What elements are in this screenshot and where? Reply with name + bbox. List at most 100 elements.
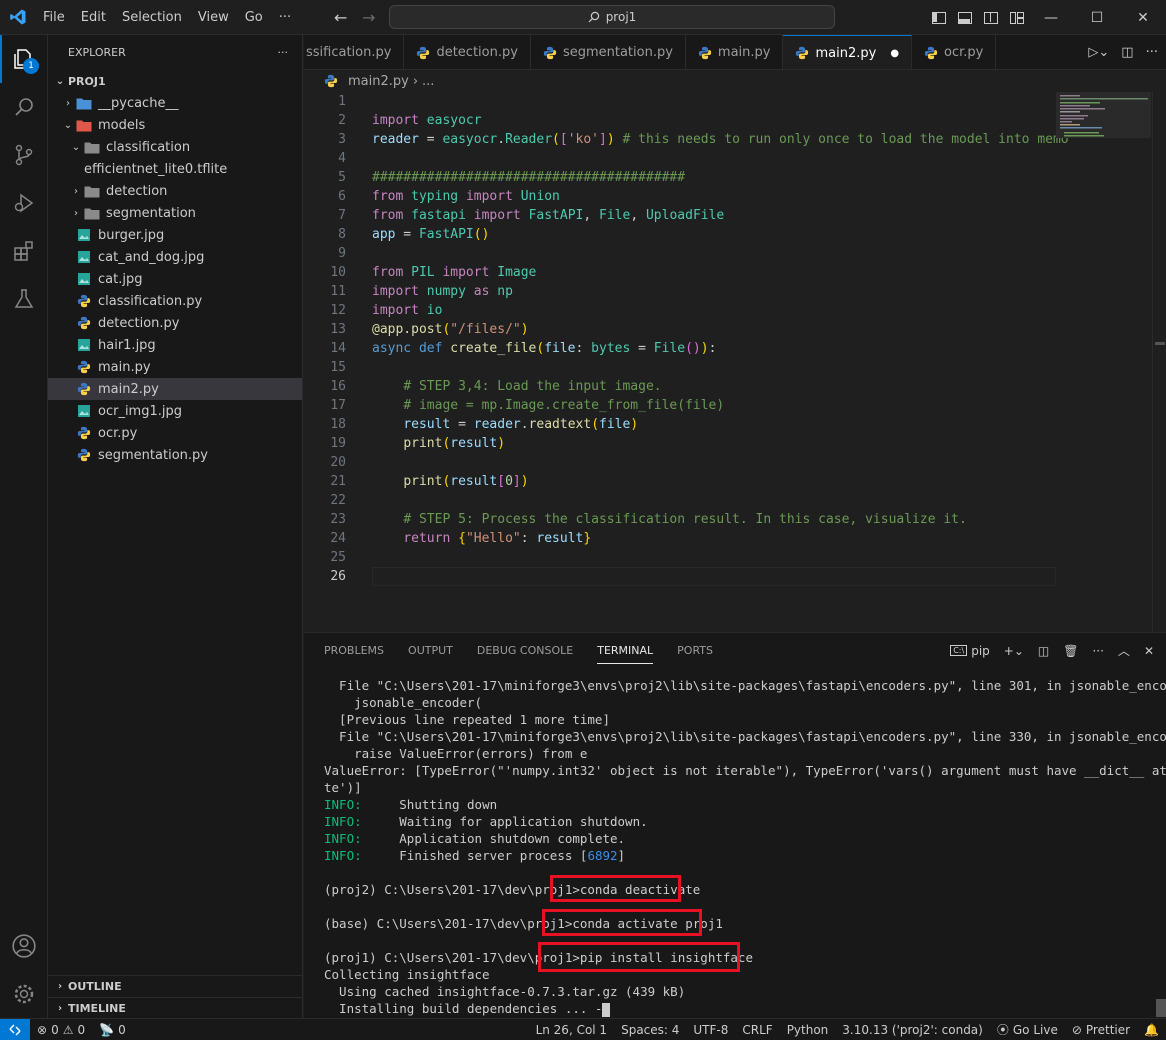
- explorer-item-ocr-img1-jpg[interactable]: ocr_img1.jpg: [48, 400, 302, 422]
- manage-gear-icon[interactable]: [0, 970, 48, 1018]
- tab-main2[interactable]: main2.py ●: [783, 35, 913, 69]
- panel-tab-debug-console[interactable]: DEBUG CONSOLE: [477, 644, 573, 657]
- unsaved-dot-icon[interactable]: ●: [890, 48, 899, 59]
- chevron-right-icon: ›: [57, 981, 63, 992]
- explorer-item-detection-py[interactable]: detection.py: [48, 312, 302, 334]
- toggle-primary-sidebar-icon[interactable]: [932, 11, 946, 24]
- maximize-button[interactable]: ☐: [1074, 0, 1120, 35]
- terminal-info-line: INFO: Shutting down: [324, 797, 498, 812]
- run-python-file-icon[interactable]: ▷⌄: [1088, 45, 1109, 60]
- explorer-icon[interactable]: 1: [0, 35, 48, 83]
- python-icon: [76, 316, 92, 330]
- panel-tab-ports[interactable]: PORTS: [677, 644, 713, 657]
- python-interpreter[interactable]: 3.10.13 ('proj2': conda): [835, 1023, 990, 1037]
- menu-edit[interactable]: Edit: [73, 0, 114, 35]
- timeline-section[interactable]: › TIMELINE: [48, 997, 303, 1019]
- testing-flask-icon[interactable]: [0, 275, 48, 323]
- new-terminal-icon[interactable]: +⌄: [1004, 644, 1024, 658]
- back-arrow-icon[interactable]: ←: [334, 8, 347, 27]
- explorer-item-models[interactable]: ⌄ models: [48, 114, 302, 136]
- panel-tab-problems[interactable]: PROBLEMS: [324, 644, 384, 657]
- workspace-root[interactable]: ⌄ PROJ1: [48, 70, 302, 92]
- explorer-item-hair1-jpg[interactable]: hair1.jpg: [48, 334, 302, 356]
- image-icon: [76, 404, 92, 418]
- terminal-instance[interactable]: C:\ pip: [950, 644, 990, 658]
- minimize-button[interactable]: —: [1028, 0, 1074, 35]
- encoding[interactable]: UTF-8: [686, 1023, 735, 1037]
- split-editor-icon[interactable]: ◫: [1121, 45, 1133, 60]
- code-editor[interactable]: 1 2 3 4 5 6 7 8 9 10 11 12 13 14 15 16 17 18 19 20 21 22 23 24 2…: [304, 92, 1166, 632]
- explorer-item-segmentation[interactable]: › segmentation: [48, 202, 302, 224]
- notifications-bell-icon[interactable]: 🔔: [1137, 1023, 1166, 1037]
- menu-more[interactable]: ···: [271, 0, 299, 35]
- chevron-right-icon: ›: [74, 185, 78, 197]
- explorer-item-cat-jpg[interactable]: cat.jpg: [48, 268, 302, 290]
- explorer-item-pycache[interactable]: › __pycache__: [48, 92, 302, 114]
- ports-status[interactable]: 📡 0: [92, 1023, 133, 1037]
- remote-indicator-icon[interactable]: [0, 1018, 30, 1040]
- explorer-item-classification[interactable]: ⌄ classification: [48, 136, 302, 158]
- explorer-sidebar: EXPLORER ··· ⌄ PROJ1 › __pycache__ ⌄ models…: [48, 35, 303, 1018]
- close-panel-icon[interactable]: ✕: [1144, 644, 1154, 658]
- prettier-button[interactable]: ⊘ Prettier: [1065, 1023, 1137, 1037]
- timeline-label: TIMELINE: [68, 1002, 126, 1015]
- cursor-position[interactable]: Ln 26, Col 1: [529, 1023, 615, 1037]
- panel-tab-terminal[interactable]: TERMINAL: [597, 644, 654, 664]
- extensions-icon[interactable]: [0, 227, 48, 275]
- explorer-item-cat-and-dog-jpg[interactable]: cat_and_dog.jpg: [48, 246, 302, 268]
- kill-terminal-icon[interactable]: 🗑: [1063, 644, 1078, 658]
- breadcrumb-symbol[interactable]: ...: [422, 74, 434, 89]
- terminal-line: [Previous line repeated 1 more time]: [324, 712, 610, 727]
- menu-selection[interactable]: Selection: [114, 0, 190, 35]
- accounts-icon[interactable]: [0, 922, 48, 970]
- toggle-secondary-sidebar-icon[interactable]: [984, 11, 998, 24]
- run-debug-icon[interactable]: [0, 179, 48, 227]
- tab-segmentation[interactable]: segmentation.py: [531, 35, 686, 69]
- command-center-label: proj1: [605, 10, 637, 24]
- close-window-button[interactable]: ✕: [1120, 0, 1166, 35]
- outline-section[interactable]: › OUTLINE: [48, 975, 303, 997]
- tab-ssification[interactable]: ssification.py: [304, 35, 405, 69]
- menu-view[interactable]: View: [190, 0, 237, 35]
- panel-tab-output[interactable]: OUTPUT: [408, 644, 453, 657]
- search-view-icon[interactable]: [0, 83, 48, 131]
- explorer-item-classification-py[interactable]: classification.py: [48, 290, 302, 312]
- explorer-item-ocr-py[interactable]: ocr.py: [48, 422, 302, 444]
- toggle-panel-icon[interactable]: [958, 11, 972, 24]
- command-center-search[interactable]: proj1: [389, 5, 835, 29]
- terminal-line: Collecting insightface: [324, 967, 490, 982]
- tab-main[interactable]: main.py: [686, 35, 784, 69]
- tab-detection[interactable]: detection.py: [404, 35, 531, 69]
- more-actions-icon[interactable]: ···: [1146, 45, 1158, 60]
- go-live-button[interactable]: ⦿ Go Live: [990, 1021, 1065, 1038]
- tab-ocr[interactable]: ocr.py: [912, 35, 997, 69]
- explorer-item-label: classification: [106, 139, 191, 155]
- problems-status[interactable]: ⊗ 0 ⚠ 0: [30, 1023, 92, 1037]
- language-mode[interactable]: Python: [780, 1023, 836, 1037]
- explorer-more-actions-button[interactable]: ···: [278, 46, 289, 59]
- explorer-item-main2-py[interactable]: main2.py: [48, 378, 302, 400]
- more-actions-icon[interactable]: ···: [1092, 644, 1103, 658]
- indentation[interactable]: Spaces: 4: [614, 1023, 686, 1037]
- forward-arrow-icon[interactable]: →: [362, 8, 375, 27]
- explorer-item-main-py[interactable]: main.py: [48, 356, 302, 378]
- menu-file[interactable]: File: [35, 0, 73, 35]
- python-icon: [543, 46, 563, 60]
- chevron-down-icon: ⌄: [71, 141, 81, 153]
- customize-layout-icon[interactable]: [1010, 11, 1024, 24]
- explorer-item-detection[interactable]: › detection: [48, 180, 302, 202]
- explorer-item-segmentation-py[interactable]: segmentation.py: [48, 444, 302, 466]
- terminal-scrollbar[interactable]: [1156, 999, 1166, 1017]
- split-terminal-icon[interactable]: ◫: [1038, 644, 1049, 658]
- editor-scrollbar[interactable]: [1152, 92, 1166, 632]
- menu-go[interactable]: Go: [237, 0, 271, 35]
- python-icon: [76, 448, 92, 462]
- maximize-panel-icon[interactable]: ︿: [1118, 642, 1130, 659]
- source-control-icon[interactable]: [0, 131, 48, 179]
- explorer-item-efficientnet-lite0-tflite[interactable]: efficientnet_lite0.tflite: [48, 158, 302, 180]
- highlight-box-pip-install: [538, 942, 740, 972]
- breadcrumb-file[interactable]: main2.py: [348, 74, 409, 89]
- minimap[interactable]: [1056, 92, 1151, 632]
- explorer-item-burger-jpg[interactable]: burger.jpg: [48, 224, 302, 246]
- end-of-line[interactable]: CRLF: [735, 1023, 779, 1037]
